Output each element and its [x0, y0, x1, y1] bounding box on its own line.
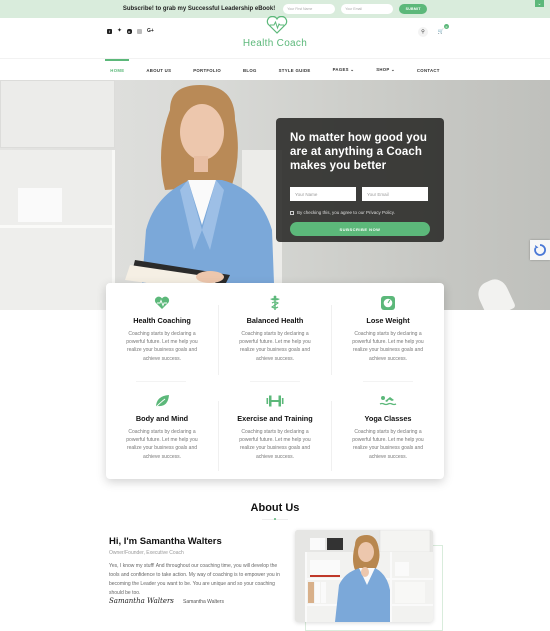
main-nav: HOME ABOUT US PORTFOLIO BLOG STYLE GUIDE…: [0, 58, 550, 80]
service-card[interactable]: Yoga Classes Coaching starts by declarin…: [332, 393, 444, 461]
divider: [250, 381, 300, 382]
hero-shelf-row: [0, 225, 115, 228]
service-title: Exercise and Training: [237, 414, 313, 423]
dumbbell-icon: [266, 395, 284, 407]
first-name-input[interactable]: Your First Name: [283, 4, 336, 14]
hero-shelf-box: [18, 188, 62, 222]
cart-count-badge: 0: [444, 24, 449, 29]
twitter-icon[interactable]: ✦: [117, 28, 122, 34]
youtube-icon[interactable]: ▸: [127, 29, 132, 34]
scale-icon: [381, 296, 395, 310]
office-photo: [295, 530, 433, 622]
coach-greeting: Hi, I'm Samantha Walters: [109, 536, 222, 547]
service-text: Coaching starts by declaring a powerful …: [239, 429, 311, 460]
nav-portfolio[interactable]: PORTFOLIO: [182, 59, 232, 81]
service-title: Body and Mind: [135, 414, 189, 423]
service-title: Yoga Classes: [364, 414, 412, 423]
service-title: Balanced Health: [246, 316, 304, 325]
heart-pulse-icon[interactable]: [265, 16, 289, 34]
submit-button[interactable]: SUBMIT: [399, 4, 428, 14]
optin-headline: No matter how good you are at anything a…: [290, 132, 427, 172]
service-text: Coaching starts by declaring a powerful …: [352, 331, 424, 362]
about-accent-dot: [274, 518, 276, 520]
brand-name[interactable]: Health Coach: [0, 38, 550, 49]
coach-signature: Samantha Walters: [109, 597, 174, 605]
service-title: Lose Weight: [366, 316, 410, 325]
social-links: f ✦ ▸ G+: [107, 28, 154, 34]
subscribe-message: Subscribe! to grab my Successful Leaders…: [122, 6, 276, 12]
nav-contact[interactable]: CONTACT: [406, 59, 451, 81]
service-text: Coaching starts by declaring a powerful …: [352, 429, 424, 460]
site-header: f ✦ ▸ G+ Health Coach ⚲ 🛒 0: [0, 16, 550, 58]
coach-bio: Yes, I know my stuff! And throughout our…: [109, 563, 280, 596]
divider: [136, 381, 186, 382]
recaptcha-icon: [534, 244, 546, 256]
service-card[interactable]: Body and Mind Coaching starts by declari…: [106, 393, 218, 461]
service-text: Coaching starts by declaring a powerful …: [126, 331, 198, 362]
facebook-icon[interactable]: f: [107, 29, 112, 34]
heart-pulse-icon: [154, 296, 170, 309]
google-plus-icon[interactable]: G+: [147, 29, 154, 34]
hero-shelf: [0, 150, 115, 310]
hero-whiteboard: [0, 80, 115, 148]
caduceus-icon: [270, 295, 280, 310]
service-card[interactable]: Health Coaching Coaching starts by decla…: [106, 295, 218, 363]
coach-role: Owner/Founder, Executive Coach: [109, 550, 184, 556]
search-icon[interactable]: ⚲: [418, 27, 428, 37]
service-card[interactable]: Exercise and Training Coaching starts by…: [219, 393, 331, 461]
cart-icon[interactable]: 🛒 0: [436, 24, 449, 37]
nav-home[interactable]: HOME: [99, 59, 135, 81]
optin-form: No matter how good you are at anything a…: [276, 118, 444, 242]
instagram-icon[interactable]: [137, 29, 142, 34]
nav-style-guide[interactable]: STYLE GUIDE: [268, 59, 322, 81]
divider: [363, 381, 413, 382]
service-text: Coaching starts by declaring a powerful …: [126, 429, 198, 460]
service-title: Health Coaching: [133, 316, 191, 325]
about-heading: About Us: [250, 502, 300, 514]
swimmer-icon: [379, 396, 397, 406]
nav-blog[interactable]: BLOG: [232, 59, 268, 81]
service-card[interactable]: Lose Weight Coaching starts by declaring…: [332, 295, 444, 363]
nav-pages[interactable]: PAGES ⌄: [322, 59, 366, 81]
hero-banner: [0, 80, 550, 310]
nav-about-us[interactable]: ABOUT US: [135, 59, 182, 81]
email-input[interactable]: Your Email: [341, 4, 394, 14]
subscribe-now-button[interactable]: SUBSCRIBE NOW: [290, 222, 430, 236]
nav-shop[interactable]: SHOP ⌄: [365, 59, 406, 81]
service-card[interactable]: Balanced Health Coaching starts by decla…: [219, 295, 331, 363]
name-input[interactable]: Your Name: [290, 187, 356, 201]
hero-lamp: [474, 275, 516, 310]
chevron-down-icon[interactable]: ⌄: [535, 0, 544, 7]
service-text: Coaching starts by declaring a powerful …: [239, 331, 311, 362]
coach-signature-name: Samantha Walters: [183, 599, 224, 605]
leaf-icon: [155, 395, 169, 408]
recaptcha-badge[interactable]: [530, 240, 550, 260]
about-coach-photo: [295, 530, 433, 622]
email-input[interactable]: Your Email: [362, 187, 428, 201]
consent-label: By checking this, you agree to our Priva…: [297, 210, 395, 215]
hero-coach-photo: [125, 85, 275, 310]
services-panel: Health Coaching Coaching starts by decla…: [106, 283, 444, 479]
consent-checkbox[interactable]: [290, 210, 294, 215]
